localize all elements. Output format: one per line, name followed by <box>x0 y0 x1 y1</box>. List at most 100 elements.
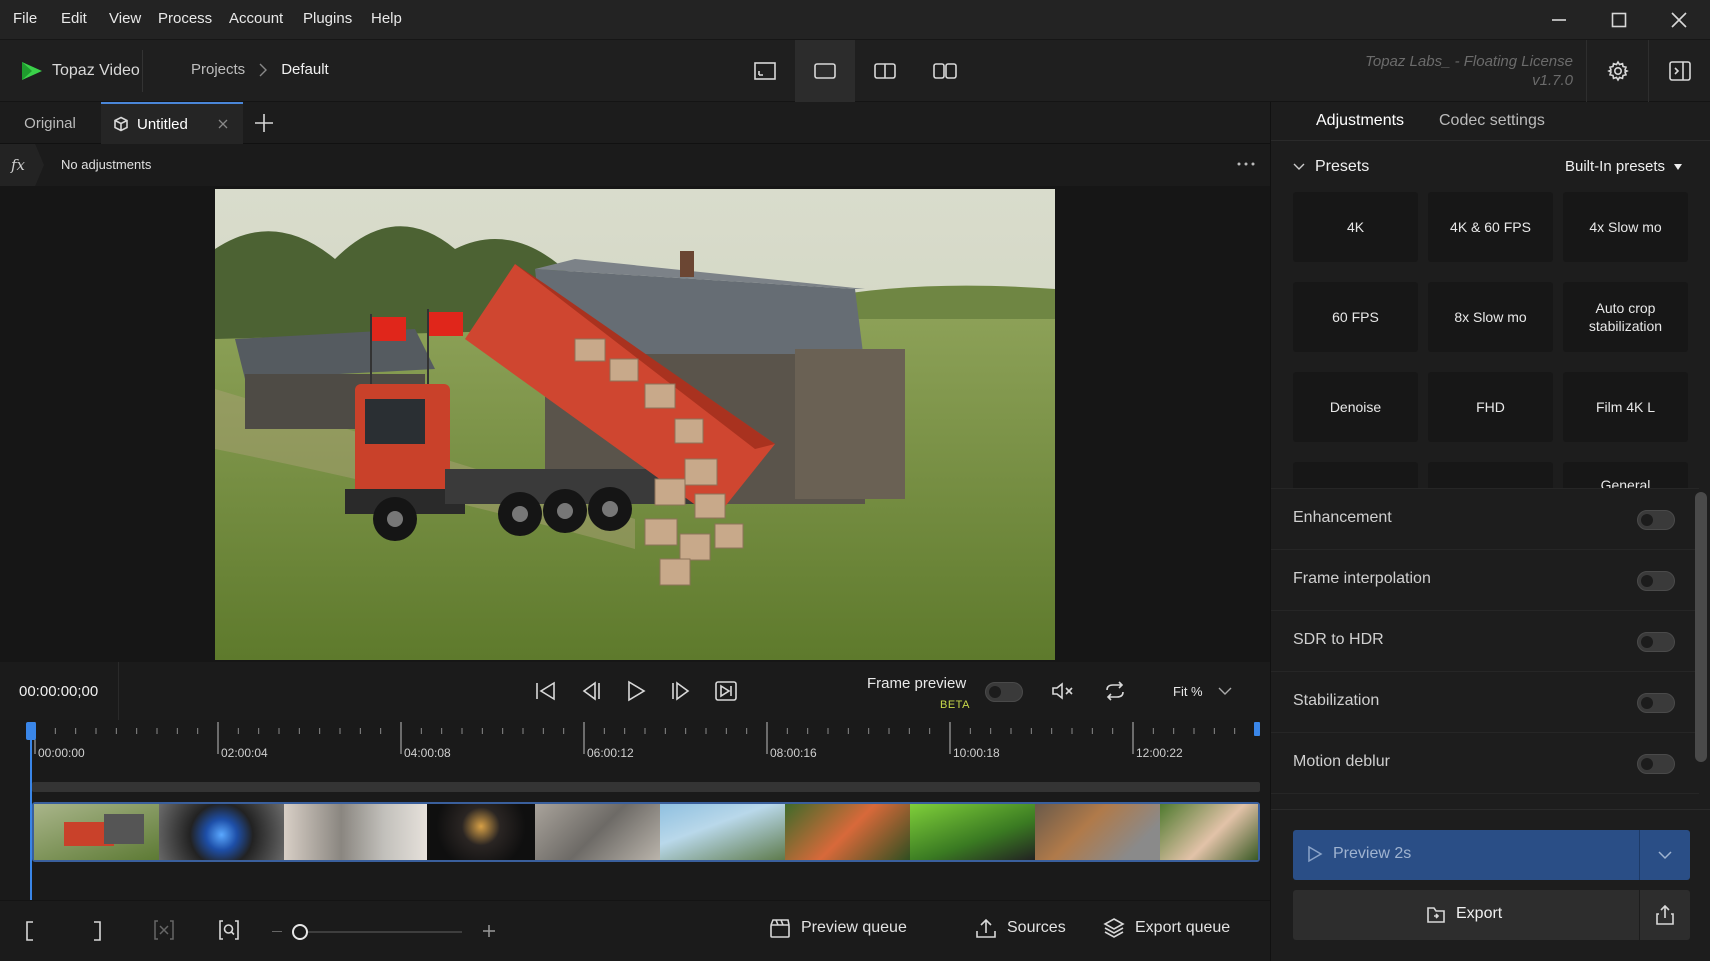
frame-interpolation-toggle[interactable] <box>1637 571 1675 591</box>
tick-label: 08:00:16 <box>770 746 817 760</box>
view-split-button[interactable] <box>855 40 915 102</box>
tab-original[interactable]: Original <box>0 102 100 144</box>
playhead-handle[interactable] <box>26 722 36 740</box>
set-in-point-button[interactable] <box>24 920 36 942</box>
motion-deblur-row: Motion deblur <box>1271 733 1699 794</box>
maximize-button[interactable] <box>1590 0 1648 40</box>
tab-codec-settings[interactable]: Codec settings <box>1439 112 1545 130</box>
tab-untitled[interactable]: Untitled <box>101 102 243 144</box>
menu-plugins[interactable]: Plugins <box>303 10 352 27</box>
header-divider-right <box>1586 40 1587 102</box>
breadcrumb-projects[interactable]: Projects <box>191 61 245 78</box>
enhancement-toggle[interactable] <box>1637 510 1675 530</box>
export-button[interactable]: Export <box>1293 890 1690 940</box>
stabilization-toggle[interactable] <box>1637 693 1675 713</box>
export-queue-button[interactable]: Export queue <box>1103 917 1230 939</box>
layers-icon <box>1103 918 1125 938</box>
export-file-icon <box>1427 907 1445 923</box>
tick-label: 12:00:22 <box>1136 746 1183 760</box>
presets-dropdown[interactable]: Built-In presets <box>1565 158 1683 175</box>
frame-preview-toggle[interactable] <box>985 682 1023 702</box>
preview-button[interactable]: Preview 2s <box>1293 830 1690 880</box>
loop-button[interactable] <box>1100 676 1130 706</box>
video-frame[interactable] <box>215 189 1055 660</box>
zoom-fit-value[interactable]: Fit % <box>1173 684 1203 699</box>
tick-label: 02:00:04 <box>221 746 268 760</box>
preview-button-label: Preview 2s <box>1333 845 1412 862</box>
tab-adjustments[interactable]: Adjustments <box>1316 112 1404 130</box>
presets-dropdown-value: Built-In presets <box>1565 158 1666 175</box>
preset-film-4k-l[interactable]: Film 4K L <box>1563 372 1688 442</box>
adjustments-status: No adjustments <box>61 157 152 172</box>
tick-label: 04:00:08 <box>404 746 451 760</box>
step-back-button[interactable] <box>576 676 606 706</box>
menu-account[interactable]: Account <box>229 10 283 27</box>
brand-name: Topaz Video <box>52 62 140 79</box>
presets-header[interactable]: Presets <box>1293 158 1369 176</box>
menu-help[interactable]: Help <box>371 10 402 27</box>
sources-button[interactable]: Sources <box>975 917 1066 939</box>
step-forward-button[interactable] <box>666 676 696 706</box>
preset-auto-crop-stabilization[interactable]: Auto crop stabilization <box>1563 282 1688 352</box>
frame-interpolation-label: Frame interpolation <box>1293 570 1431 587</box>
menu-file[interactable]: File <box>13 10 37 27</box>
minimize-button[interactable] <box>1530 0 1588 40</box>
clip-thumbnail <box>910 804 1035 860</box>
menu-bar: File Edit View Process Account Plugins H… <box>0 0 1710 40</box>
view-side-by-side-button[interactable] <box>915 40 975 102</box>
preset-fhd[interactable]: FHD <box>1428 372 1553 442</box>
set-out-point-button[interactable] <box>91 920 103 942</box>
preset-4k[interactable]: 4K <box>1293 192 1418 262</box>
plus-icon <box>483 925 495 937</box>
zoom-dropdown-button[interactable] <box>1218 686 1232 696</box>
zoom-slider-handle[interactable] <box>292 924 308 940</box>
chevron-right-icon <box>259 63 268 76</box>
preset-denoise[interactable]: Denoise <box>1293 372 1418 442</box>
clip-thumbnail <box>159 804 284 860</box>
frame-interpolation-row: Frame interpolation <box>1271 550 1699 611</box>
panel-scrollbar[interactable] <box>1695 492 1707 762</box>
share-button[interactable] <box>1640 890 1690 940</box>
preset-60fps[interactable]: 60 FPS <box>1293 282 1418 352</box>
add-tab-button[interactable] <box>250 102 278 144</box>
zoom-to-fit-button[interactable] <box>218 919 240 941</box>
preset-4k-60fps[interactable]: 4K & 60 FPS <box>1428 192 1553 262</box>
timeline[interactable]: 00:00:00 02:00:04 04:00:08 06:00:12 08:0… <box>0 720 1270 903</box>
clear-in-out-button[interactable] <box>153 919 175 941</box>
mute-button[interactable] <box>1048 676 1078 706</box>
motion-deblur-toggle[interactable] <box>1637 754 1675 774</box>
panel-divider <box>1271 809 1710 810</box>
zoom-slider-track[interactable] <box>292 931 462 933</box>
view-single-button[interactable] <box>735 40 795 102</box>
preview-queue-button[interactable]: Preview queue <box>769 917 907 939</box>
menu-edit[interactable]: Edit <box>61 10 87 27</box>
tab-original-label: Original <box>24 114 76 132</box>
settings-button[interactable] <box>1588 40 1648 102</box>
toggle-panel-button[interactable] <box>1650 40 1710 102</box>
go-to-start-button[interactable] <box>531 676 561 706</box>
zoom-out-icon[interactable] <box>272 931 282 932</box>
skip-start-icon <box>536 681 555 701</box>
menu-process[interactable]: Process <box>158 10 212 27</box>
view-fullframe-button[interactable] <box>795 40 855 102</box>
step-forward-icon <box>672 681 690 701</box>
playhead-line <box>30 723 32 903</box>
preset-8x-slow-mo[interactable]: 8x Slow mo <box>1428 282 1553 352</box>
clear-range-icon <box>154 920 174 940</box>
preset-4x-slow-mo[interactable]: 4x Slow mo <box>1563 192 1688 262</box>
fx-button[interactable]: fx <box>0 144 44 186</box>
zoom-in-button[interactable] <box>481 923 497 939</box>
close-window-button[interactable] <box>1650 0 1708 40</box>
sdr-to-hdr-toggle[interactable] <box>1637 632 1675 652</box>
go-to-end-button[interactable] <box>711 676 741 706</box>
close-tab-icon[interactable] <box>218 119 228 129</box>
clapperboard-icon <box>770 919 790 938</box>
timecode: 00:00:00;00 <box>19 683 99 700</box>
preview-options-button[interactable] <box>1640 830 1690 880</box>
menu-view[interactable]: View <box>109 10 141 27</box>
out-point-marker[interactable] <box>1254 722 1260 736</box>
timeline-track[interactable] <box>32 782 1260 792</box>
more-options-button[interactable] <box>1236 156 1256 172</box>
breadcrumb-current[interactable]: Default <box>281 61 329 78</box>
play-button[interactable] <box>621 676 651 706</box>
